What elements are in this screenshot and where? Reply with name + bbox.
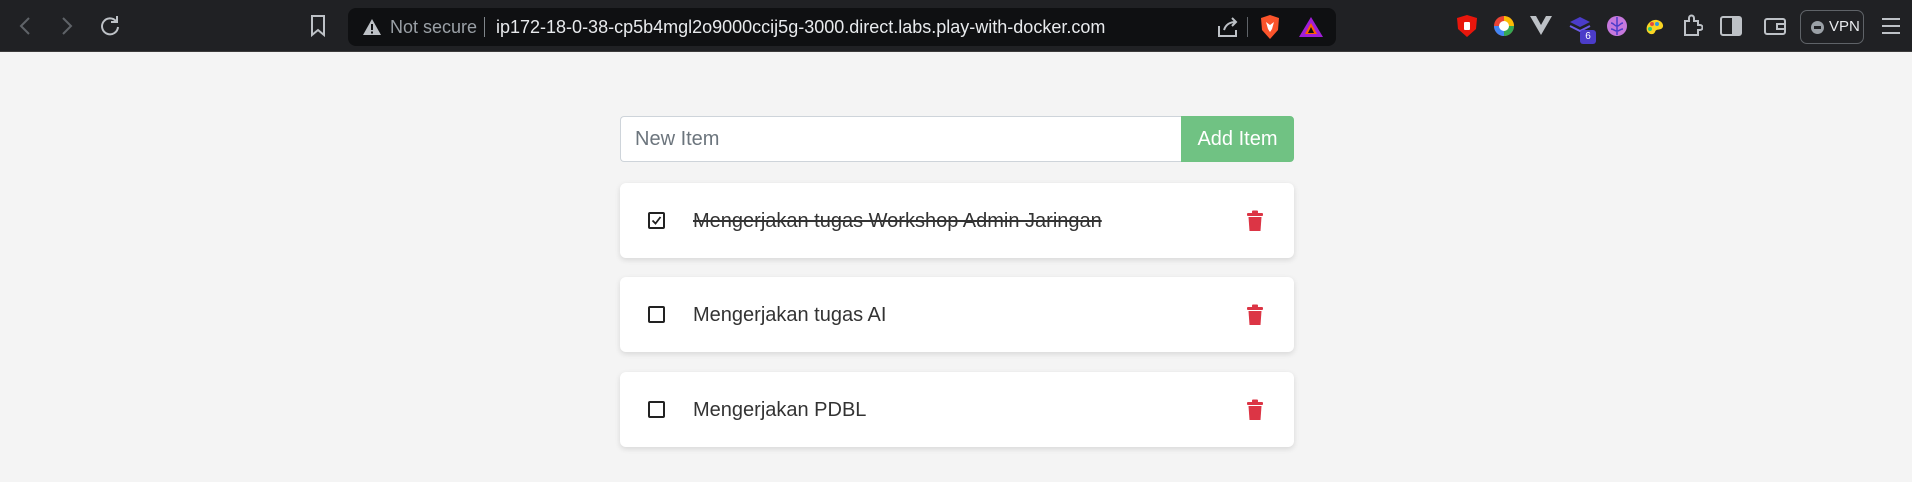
extensions-puzzle-icon[interactable] — [1681, 14, 1704, 43]
todo-item: Mengerjakan PDBL — [620, 372, 1294, 447]
extension-count-badge: 6 — [1580, 30, 1596, 44]
todo-item-label: Mengerjakan PDBL — [693, 399, 867, 421]
todo-checkbox[interactable] — [648, 306, 665, 323]
browser-toolbar: Not secure ip172-18-0-38-cp5b4mgl2o9000c… — [0, 0, 1912, 52]
back-icon[interactable] — [12, 12, 40, 40]
new-item-input[interactable] — [620, 116, 1182, 162]
color-wheel-icon[interactable] — [1493, 15, 1515, 42]
sidebar-toggle-icon[interactable] — [1720, 16, 1742, 41]
todo-item: Mengerjakan tugas AI — [620, 277, 1294, 352]
ublock-icon[interactable] — [1456, 14, 1478, 43]
urlbar-divider — [1247, 17, 1248, 37]
brave-shields-icon[interactable] — [1258, 14, 1282, 45]
address-bar[interactable]: Not secure ip172-18-0-38-cp5b4mgl2o9000c… — [348, 8, 1336, 46]
todo-app: Add Item Mengerjakan tugas Workshop Admi… — [0, 53, 1912, 482]
vue-devtools-icon[interactable] — [1530, 16, 1552, 41]
todo-checkbox[interactable] — [648, 401, 665, 418]
wallet-icon[interactable] — [1764, 16, 1786, 41]
security-status[interactable]: Not secure — [390, 17, 477, 37]
menu-icon[interactable] — [1880, 16, 1902, 41]
address-separator — [484, 17, 485, 37]
trash-icon[interactable] — [1246, 304, 1264, 326]
palette-icon[interactable] — [1643, 15, 1667, 42]
warning-icon[interactable] — [362, 17, 382, 37]
vpn-button[interactable]: VPN — [1800, 10, 1864, 44]
brave-rewards-icon[interactable] — [1298, 15, 1324, 44]
forward-icon[interactable] — [52, 12, 80, 40]
checkmark-icon — [651, 216, 662, 225]
vpn-status-icon — [1811, 21, 1824, 34]
todo-item-label: Mengerjakan tugas AI — [693, 304, 887, 326]
add-item-button[interactable]: Add Item — [1181, 116, 1294, 162]
bookmark-icon[interactable] — [308, 14, 328, 43]
todo-item: Mengerjakan tugas Workshop Admin Jaringa… — [620, 183, 1294, 258]
vpn-label: VPN — [1829, 18, 1860, 35]
trash-icon[interactable] — [1246, 399, 1264, 421]
add-item-form: Add Item — [620, 116, 1294, 162]
brain-icon[interactable] — [1606, 14, 1628, 43]
todo-checkbox-checked[interactable] — [648, 212, 665, 229]
todo-item-label: Mengerjakan tugas Workshop Admin Jaringa… — [693, 210, 1102, 232]
reload-icon[interactable] — [96, 12, 124, 40]
share-icon[interactable] — [1216, 16, 1240, 43]
trash-icon[interactable] — [1246, 210, 1264, 232]
url-text[interactable]: ip172-18-0-38-cp5b4mgl2o9000ccij5g-3000.… — [496, 17, 1105, 37]
